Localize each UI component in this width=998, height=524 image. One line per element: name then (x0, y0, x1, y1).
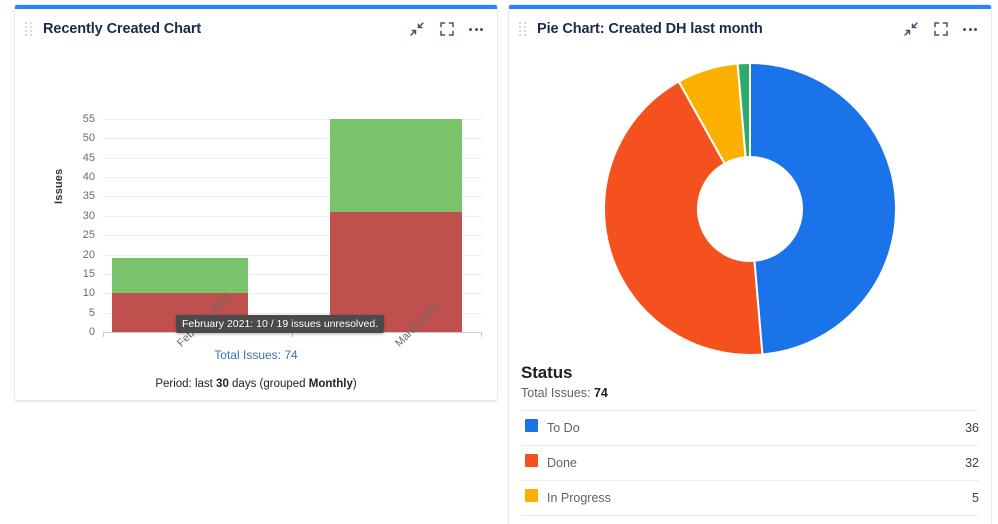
bar-chart-plot: Issues 0 5 10 15 20 25 30 35 40 45 50 55 February 2… (15, 49, 497, 349)
legend-row[interactable]: Done 32 (521, 445, 979, 481)
status-total-value: 74 (593, 386, 608, 400)
minimize-icon[interactable] (903, 21, 919, 37)
legend-label[interactable]: Done (547, 446, 902, 481)
bar-chart-body: Issues 0 5 10 15 20 25 30 35 40 45 50 55 February 2… (15, 49, 497, 400)
legend-row[interactable]: In Progress 5 (521, 480, 979, 516)
legend-value: 5 (972, 491, 979, 505)
y-axis-tick-label: 15 (82, 267, 95, 280)
status-heading: Status (521, 363, 573, 382)
bar-chart-footer: Total Issues: 74 Period: last 30 days (g… (15, 348, 497, 392)
pie-chart-body: To Do: 36Done: 32In Progress: 5Duplicate… (509, 59, 991, 524)
donut-chart-svg[interactable]: To Do: 36Done: 32In Progress: 5Duplicate… (600, 59, 900, 359)
y-axis-tick-label: 45 (82, 151, 95, 164)
dashboard-board: Recently Created Chart Issues 0 5 10 15 … (0, 0, 998, 524)
y-axis-tick-label: 5 (88, 306, 95, 319)
legend-color-swatch (525, 419, 538, 432)
donut-chart: To Do: 36Done: 32In Progress: 5Duplicate… (600, 59, 900, 359)
y-axis-tick-label: 50 (82, 132, 95, 145)
gadget-pie-chart: Pie Chart: Created DH last month Status … (508, 4, 992, 524)
maximize-icon[interactable] (933, 21, 949, 37)
legend-swatch-cell (521, 481, 547, 516)
y-axis-tick-label: 0 (88, 326, 95, 338)
legend-value: 36 (965, 421, 979, 435)
legend-color-swatch (525, 454, 538, 467)
legend-label[interactable]: Duplicated (547, 516, 902, 524)
legend-swatch-cell (521, 446, 547, 481)
status-total-prefix: Total Issues: (521, 386, 594, 400)
y-axis-tick-label: 55 (82, 113, 95, 125)
y-axis-tick-label: 20 (82, 248, 95, 261)
legend-label[interactable]: In Progress (547, 481, 902, 516)
gadget-header: Recently Created Chart (15, 9, 497, 49)
gadget-title: Recently Created Chart (43, 21, 202, 37)
gadget-actions (903, 21, 977, 37)
bar-segment[interactable] (330, 211, 462, 332)
bar-segment[interactable] (330, 119, 462, 212)
y-axis-tick-label: 10 (82, 287, 95, 300)
period-mid: days (grouped (228, 378, 309, 390)
y-axis-title: Issues (53, 168, 65, 204)
y-axis-tick-label: 30 (82, 209, 95, 222)
legend-row[interactable]: To Do 36 (521, 410, 979, 446)
y-axis-tick-label: 35 (82, 190, 95, 203)
legend-swatch-cell (521, 516, 547, 524)
maximize-icon[interactable] (439, 21, 455, 37)
period-days: 30 (216, 378, 229, 390)
legend-label[interactable]: To Do (547, 411, 902, 446)
gadget-actions (409, 21, 483, 37)
minimize-icon[interactable] (409, 21, 425, 37)
legend-value: 1 (902, 516, 979, 524)
legend-color-swatch (525, 489, 538, 502)
legend-row[interactable]: Duplicated1 (521, 515, 979, 524)
gadget-header: Pie Chart: Created DH last month (509, 9, 991, 49)
gadget-title: Pie Chart: Created DH last month (537, 21, 763, 37)
period-suffix: ) (352, 378, 357, 390)
drag-handle-icon[interactable] (519, 21, 529, 37)
y-axis-tick-label: 40 (82, 171, 95, 184)
x-axis-tick (103, 332, 104, 337)
gadget-recently-created-chart: Recently Created Chart Issues 0 5 10 15 … (14, 4, 498, 401)
legend-value: 32 (965, 456, 979, 470)
status-legend-table: To Do 36 Done 32 In Progress 5 Duplicated1 (521, 410, 979, 524)
bar-segment[interactable] (112, 258, 248, 294)
drag-handle-icon[interactable] (25, 21, 35, 37)
period-prefix: Period: last (155, 378, 217, 390)
donut-slice[interactable]: To Do: 36 (749, 61, 897, 356)
more-actions-icon[interactable] (963, 24, 977, 35)
total-issues-link[interactable]: Total Issues: 74 (15, 348, 497, 362)
status-summary: Status Total Issues: 74 To Do 36 Done 32 In … (509, 359, 991, 524)
period-description: Period: last 30 days (grouped Monthly) (155, 378, 356, 390)
x-axis-tick (481, 332, 482, 337)
bar-tooltip: February 2021: 10 / 19 issues unresolved… (176, 315, 385, 333)
status-total: Total Issues: 74 (521, 386, 979, 400)
legend-swatch-cell (521, 411, 547, 446)
y-axis-tick-label: 25 (82, 229, 95, 242)
more-actions-icon[interactable] (469, 24, 483, 35)
period-grouping: Monthly (308, 378, 353, 390)
